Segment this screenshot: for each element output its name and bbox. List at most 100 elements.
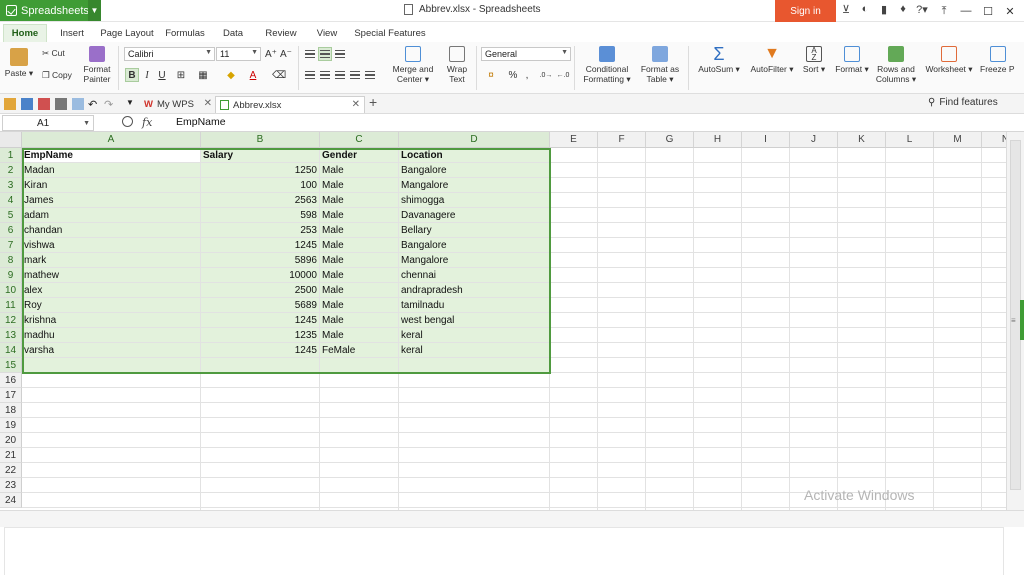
merge-center-button[interactable]: Merge and Center ▾ (388, 46, 438, 84)
cell-a1[interactable]: EmpName (24, 148, 198, 163)
minimize-icon[interactable]: — (955, 0, 977, 22)
column-header-d[interactable]: D (399, 132, 550, 148)
close-icon[interactable]: ✕ (999, 0, 1021, 22)
cell-a8[interactable]: mark (24, 253, 198, 268)
save-icon[interactable] (21, 98, 33, 110)
italic-button[interactable]: I (140, 68, 154, 82)
cell-c8[interactable]: Male (322, 253, 396, 268)
tab-insert[interactable]: Insert (54, 24, 90, 42)
decrease-font-icon[interactable]: A⁻ (279, 47, 293, 61)
autosum-button[interactable]: Σ AutoSum ▾ (696, 45, 742, 74)
cell-c2[interactable]: Male (322, 163, 396, 178)
cell-d6[interactable]: Bellary (401, 223, 547, 238)
zoom-icon[interactable] (122, 116, 133, 127)
vertical-scrollbar[interactable]: ≡ (1006, 132, 1024, 510)
pdf-icon[interactable] (38, 98, 50, 110)
cell-a11[interactable]: Roy (24, 298, 198, 313)
row-header-15[interactable]: 15 (0, 358, 22, 373)
copy-button[interactable]: ❐ Copy (42, 70, 78, 80)
spreadsheet-grid[interactable]: A B C D E F G H I J K L M N 1 2 3 4 5 6 7 8 9 10 11 12 13 14 15 16 17 1… (0, 132, 1006, 510)
cell-a6[interactable]: chandan (24, 223, 198, 238)
row-header-12[interactable]: 12 (0, 313, 22, 328)
align-right-icon[interactable] (333, 68, 347, 82)
row-header-14[interactable]: 14 (0, 343, 22, 358)
select-all-corner[interactable] (0, 132, 22, 148)
row-header-21[interactable]: 21 (0, 448, 22, 463)
chevron-down-icon[interactable]: ▼ (88, 0, 101, 21)
cell-b6[interactable]: 253 (203, 223, 317, 238)
open-icon[interactable] (4, 98, 16, 110)
cell-a10[interactable]: alex (24, 283, 198, 298)
row-header-6[interactable]: 6 (0, 223, 22, 238)
row-header-23[interactable]: 23 (0, 478, 22, 493)
row-header-16[interactable]: 16 (0, 373, 22, 388)
fill-color-icon[interactable]: ◆ (224, 68, 238, 82)
tab-my-wps[interactable]: W My WPS ✕ (140, 96, 216, 113)
wrap-text-button[interactable]: Wrap Text (442, 46, 472, 84)
cell-c6[interactable]: Male (322, 223, 396, 238)
cell-d12[interactable]: west bengal (401, 313, 547, 328)
row-header-20[interactable]: 20 (0, 433, 22, 448)
cell-b11[interactable]: 5689 (203, 298, 317, 313)
cell-d9[interactable]: chennai (401, 268, 547, 283)
font-size-select[interactable]: 11 ▼ (216, 47, 261, 61)
column-header-i[interactable]: I (742, 132, 790, 148)
format-button[interactable]: Format ▾ (834, 46, 870, 74)
row-header-17[interactable]: 17 (0, 388, 22, 403)
tab-page-layout[interactable]: Page Layout (98, 24, 156, 42)
column-header-m[interactable]: M (934, 132, 982, 148)
worksheet-button[interactable]: Worksheet ▾ (922, 46, 976, 74)
tab-abbrev-xlsx[interactable]: Abbrev.xlsx ✕ (215, 96, 365, 113)
freeze-panes-button[interactable]: Freeze P (980, 46, 1024, 74)
cell-d13[interactable]: keral (401, 328, 547, 343)
align-left-icon[interactable] (303, 68, 317, 82)
conditional-formatting-button[interactable]: Conditional Formatting ▾ (580, 46, 634, 84)
close-icon[interactable]: ✕ (204, 98, 212, 109)
cell-d10[interactable]: andrapradesh (401, 283, 547, 298)
cell-a3[interactable]: Kiran (24, 178, 198, 193)
cell-d5[interactable]: Davanagere (401, 208, 547, 223)
find-features-button[interactable]: ⚲ Find features (928, 97, 998, 108)
cell-d7[interactable]: Bangalore (401, 238, 547, 253)
cell-c14[interactable]: FeMale (322, 343, 396, 358)
column-header-b[interactable]: B (201, 132, 320, 148)
bookmark-icon[interactable]: ▮ (878, 3, 890, 16)
column-header-l[interactable]: L (886, 132, 934, 148)
formula-input[interactable]: EmpName (176, 116, 226, 128)
cell-d4[interactable]: shimogga (401, 193, 547, 208)
maximize-icon[interactable]: ☐ (977, 0, 999, 22)
shirt-icon[interactable]: ♦ (897, 3, 909, 16)
function-icon[interactable]: fx (142, 116, 152, 129)
distribute-icon[interactable] (363, 68, 377, 82)
decrease-decimal-icon[interactable]: ←.0 (556, 68, 570, 82)
cell-d8[interactable]: Mangalore (401, 253, 547, 268)
cell-a12[interactable]: krishna (24, 313, 198, 328)
tab-formulas[interactable]: Formulas (162, 24, 208, 42)
cell-b7[interactable]: 1245 (203, 238, 317, 253)
row-header-3[interactable]: 3 (0, 178, 22, 193)
row-header-9[interactable]: 9 (0, 268, 22, 283)
font-name-select[interactable]: Calibri ▼ (124, 47, 215, 61)
comma-button[interactable]: , (520, 68, 534, 82)
side-panel-handle[interactable] (1020, 300, 1024, 340)
cell-c13[interactable]: Male (322, 328, 396, 343)
cell-b4[interactable]: 2563 (203, 193, 317, 208)
cell-b9[interactable]: 10000 (203, 268, 317, 283)
format-painter-button[interactable]: Format Painter (81, 46, 113, 84)
align-top-icon[interactable] (303, 47, 317, 61)
redo-icon[interactable]: ↷ (104, 98, 116, 111)
cell-c7[interactable]: Male (322, 238, 396, 253)
cell-b13[interactable]: 1235 (203, 328, 317, 343)
cell-b5[interactable]: 598 (203, 208, 317, 223)
sort-button[interactable]: AZ Sort ▾ (800, 46, 828, 74)
cell-a2[interactable]: Madan (24, 163, 198, 178)
sign-in-button[interactable]: Sign in (775, 0, 836, 22)
close-icon[interactable]: ✕ (352, 99, 360, 110)
cell-d14[interactable]: keral (401, 343, 547, 358)
cell-a13[interactable]: madhu (24, 328, 198, 343)
underline-button[interactable]: U (155, 68, 169, 82)
cell-b3[interactable]: 100 (203, 178, 317, 193)
column-header-c[interactable]: C (320, 132, 399, 148)
cell-b2[interactable]: 1250 (203, 163, 317, 178)
cell-b8[interactable]: 5896 (203, 253, 317, 268)
